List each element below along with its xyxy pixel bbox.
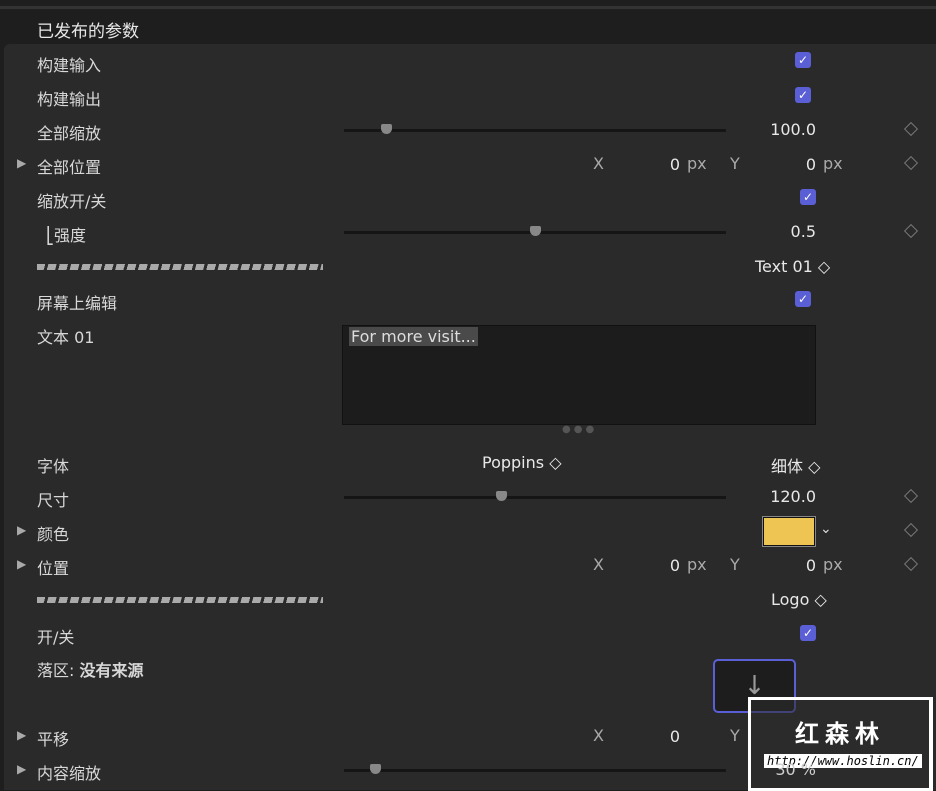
x-value[interactable]: 0 [650, 556, 680, 575]
keyframe-diamond-icon[interactable] [903, 522, 919, 538]
row-pos-all: ▶ 全部位置 X 0 px Y 0 px [0, 147, 936, 181]
separator [37, 264, 323, 270]
y-unit: px [823, 555, 843, 574]
onscreen-edit-checkbox[interactable]: ✓ [795, 291, 811, 307]
keyframe-diamond-icon[interactable] [903, 488, 919, 504]
label: 平移 [37, 730, 70, 749]
build-in-checkbox[interactable]: ✓ [795, 52, 811, 68]
label: ⎣强度 [46, 226, 87, 245]
font-family-popup[interactable]: Poppins ◇ [482, 453, 562, 472]
top-divider [0, 6, 936, 9]
y-value[interactable]: 0 [786, 556, 816, 575]
label: 尺寸 [37, 491, 70, 510]
label: 构建输出 [37, 90, 102, 109]
x-unit: px [687, 154, 707, 173]
chevron-down-icon[interactable]: ⌄ [820, 521, 832, 537]
row-strength: ⎣强度 0.5 [0, 215, 936, 249]
text-value: For more visit... [349, 327, 478, 346]
watermark-title: 红森林 [795, 720, 885, 748]
row-scale-all: 全部缩放 100.0 [0, 113, 936, 147]
label: 内容缩放 [37, 764, 102, 783]
disclosure-triangle-icon[interactable]: ▶ [17, 728, 26, 742]
disclosure-triangle-icon[interactable]: ▶ [17, 557, 26, 571]
row-size: 尺寸 120.0 [0, 480, 936, 514]
font-weight: 细体 [771, 457, 804, 476]
label: 屏幕上编辑 [37, 294, 118, 313]
section-title: 已发布的参数 [37, 22, 139, 42]
row-build-in: 构建输入 ✓ [0, 45, 936, 79]
scale-all-slider[interactable] [344, 124, 726, 134]
group-selector[interactable]: Logo ◇ [771, 590, 827, 609]
row-onscreen-edit: 屏幕上编辑 ✓ [0, 283, 936, 317]
keyframe-diamond-icon[interactable] [903, 155, 919, 171]
group-selector[interactable]: Text 01 ◇ [755, 257, 830, 276]
row-font: 字体 Poppins ◇ 细体 ◇ [0, 446, 936, 480]
size-slider[interactable] [344, 491, 726, 501]
disclosure-triangle-icon[interactable]: ▶ [17, 523, 26, 537]
drop-zone-label: 落区: [37, 661, 75, 680]
keyframe-diamond-icon[interactable] [903, 121, 919, 137]
text01-textarea[interactable]: For more visit... [342, 325, 816, 425]
y-unit: px [823, 154, 843, 173]
x-value[interactable]: 0 [650, 155, 680, 174]
disclosure-triangle-icon[interactable]: ▶ [17, 762, 26, 776]
x-label: X [593, 154, 604, 173]
row-onoff: 开/关 ✓ [0, 617, 936, 651]
row-position: ▶ 位置 X 0 px Y 0 px [0, 548, 936, 582]
disclosure-triangle-icon[interactable]: ▶ [17, 156, 26, 170]
drop-zone-source: 没有来源 [79, 661, 144, 680]
label: 位置 [37, 559, 70, 578]
row-group-text: Text 01 ◇ [0, 250, 936, 284]
onoff-checkbox[interactable]: ✓ [800, 625, 816, 641]
font-family: Poppins [482, 453, 545, 472]
strength-value[interactable]: 0.5 [791, 222, 816, 241]
color-swatch[interactable] [763, 517, 815, 546]
slider-thumb[interactable] [530, 226, 541, 236]
row-build-out: 构建输出 ✓ [0, 79, 936, 113]
label: 开/关 [37, 628, 75, 647]
strength-slider[interactable] [344, 226, 726, 236]
label: 缩放开/关 [37, 192, 107, 211]
slider-thumb[interactable] [369, 764, 381, 774]
x-label: X [593, 726, 604, 745]
separator [37, 597, 323, 603]
font-weight-popup[interactable]: 细体 ◇ [771, 453, 820, 477]
keyframe-diamond-icon[interactable] [903, 223, 919, 239]
x-label: X [593, 555, 604, 574]
size-value[interactable]: 120.0 [770, 487, 816, 506]
content-scale-value[interactable]: 30 % [775, 760, 816, 779]
content-scale-slider[interactable] [344, 764, 726, 774]
label: 构建输入 [37, 56, 102, 75]
keyframe-diamond-icon[interactable] [903, 556, 919, 572]
x-value[interactable]: 0 [650, 727, 680, 746]
section-header: 已发布的参数 [0, 10, 936, 44]
label: 颜色 [37, 525, 70, 544]
row-scale-toggle: 缩放开/关 ✓ [0, 181, 936, 215]
y-label: Y [730, 726, 740, 745]
y-label: Y [730, 555, 740, 574]
label: 全部位置 [37, 158, 102, 177]
slider-thumb[interactable] [381, 124, 393, 134]
slider-thumb[interactable] [495, 491, 507, 501]
label: 字体 [37, 457, 70, 476]
x-unit: px [687, 555, 707, 574]
resize-handle-icon[interactable]: ●●● [562, 424, 597, 435]
label: 落区: 没有来源 [37, 657, 144, 681]
scale-toggle-checkbox[interactable]: ✓ [800, 189, 816, 205]
row-group-logo: Logo ◇ [0, 583, 936, 617]
y-label: Y [730, 154, 740, 173]
build-out-checkbox[interactable]: ✓ [795, 87, 811, 103]
label: 文本 01 [37, 328, 95, 347]
y-value[interactable]: 0 [786, 155, 816, 174]
label: 全部缩放 [37, 124, 102, 143]
scale-all-value[interactable]: 100.0 [770, 120, 816, 139]
